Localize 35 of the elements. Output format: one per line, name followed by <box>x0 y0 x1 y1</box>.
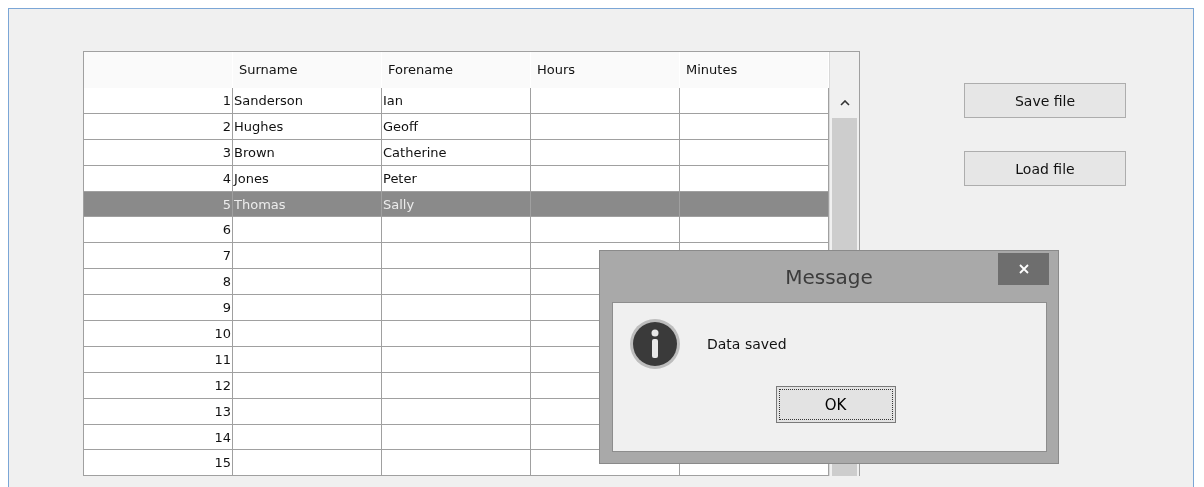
row-number: 11 <box>84 346 233 372</box>
table-cell[interactable]: Brown <box>233 139 382 165</box>
info-icon <box>629 318 681 370</box>
file-button[interactable]: Load file <box>964 151 1126 186</box>
row-number: 6 <box>84 217 233 243</box>
row-number: 5 <box>84 191 233 217</box>
table-cell[interactable]: Hughes <box>233 113 382 139</box>
row-number: 7 <box>84 243 233 269</box>
row-number: 15 <box>84 450 233 476</box>
file-button[interactable]: Save file <box>964 83 1126 118</box>
row-number: 4 <box>84 165 233 191</box>
row-number: 3 <box>84 139 233 165</box>
row-number: 1 <box>84 88 233 113</box>
row-number: 10 <box>84 321 233 346</box>
row-number: 2 <box>84 113 233 139</box>
table-row[interactable]: 1 Sanderson Ian <box>84 88 829 114</box>
row-number: 12 <box>84 372 233 398</box>
table-cell[interactable]: Jones <box>233 165 382 191</box>
caret-up-icon <box>839 100 850 106</box>
table-cell[interactable]: Peter <box>382 165 531 191</box>
table-row[interactable]: 3 Brown Catherine <box>84 139 829 166</box>
ok-button[interactable]: OK <box>775 386 896 423</box>
row-number: 9 <box>84 295 233 320</box>
table-cell[interactable]: Ian <box>382 88 531 113</box>
table-row[interactable]: 4 Jones Peter <box>84 165 829 192</box>
table-cell[interactable]: Sanderson <box>233 88 382 113</box>
row-number: 13 <box>84 398 233 424</box>
table-cell[interactable]: Catherine <box>382 139 531 165</box>
row-number: 8 <box>84 269 233 295</box>
table-cell[interactable]: Geoff <box>382 113 531 139</box>
close-icon <box>1018 264 1029 274</box>
table-row[interactable]: 6 <box>84 217 829 244</box>
row-number: 14 <box>84 424 233 450</box>
close-button[interactable] <box>998 253 1049 285</box>
table-row[interactable]: 2 Hughes Geoff <box>84 113 829 140</box>
